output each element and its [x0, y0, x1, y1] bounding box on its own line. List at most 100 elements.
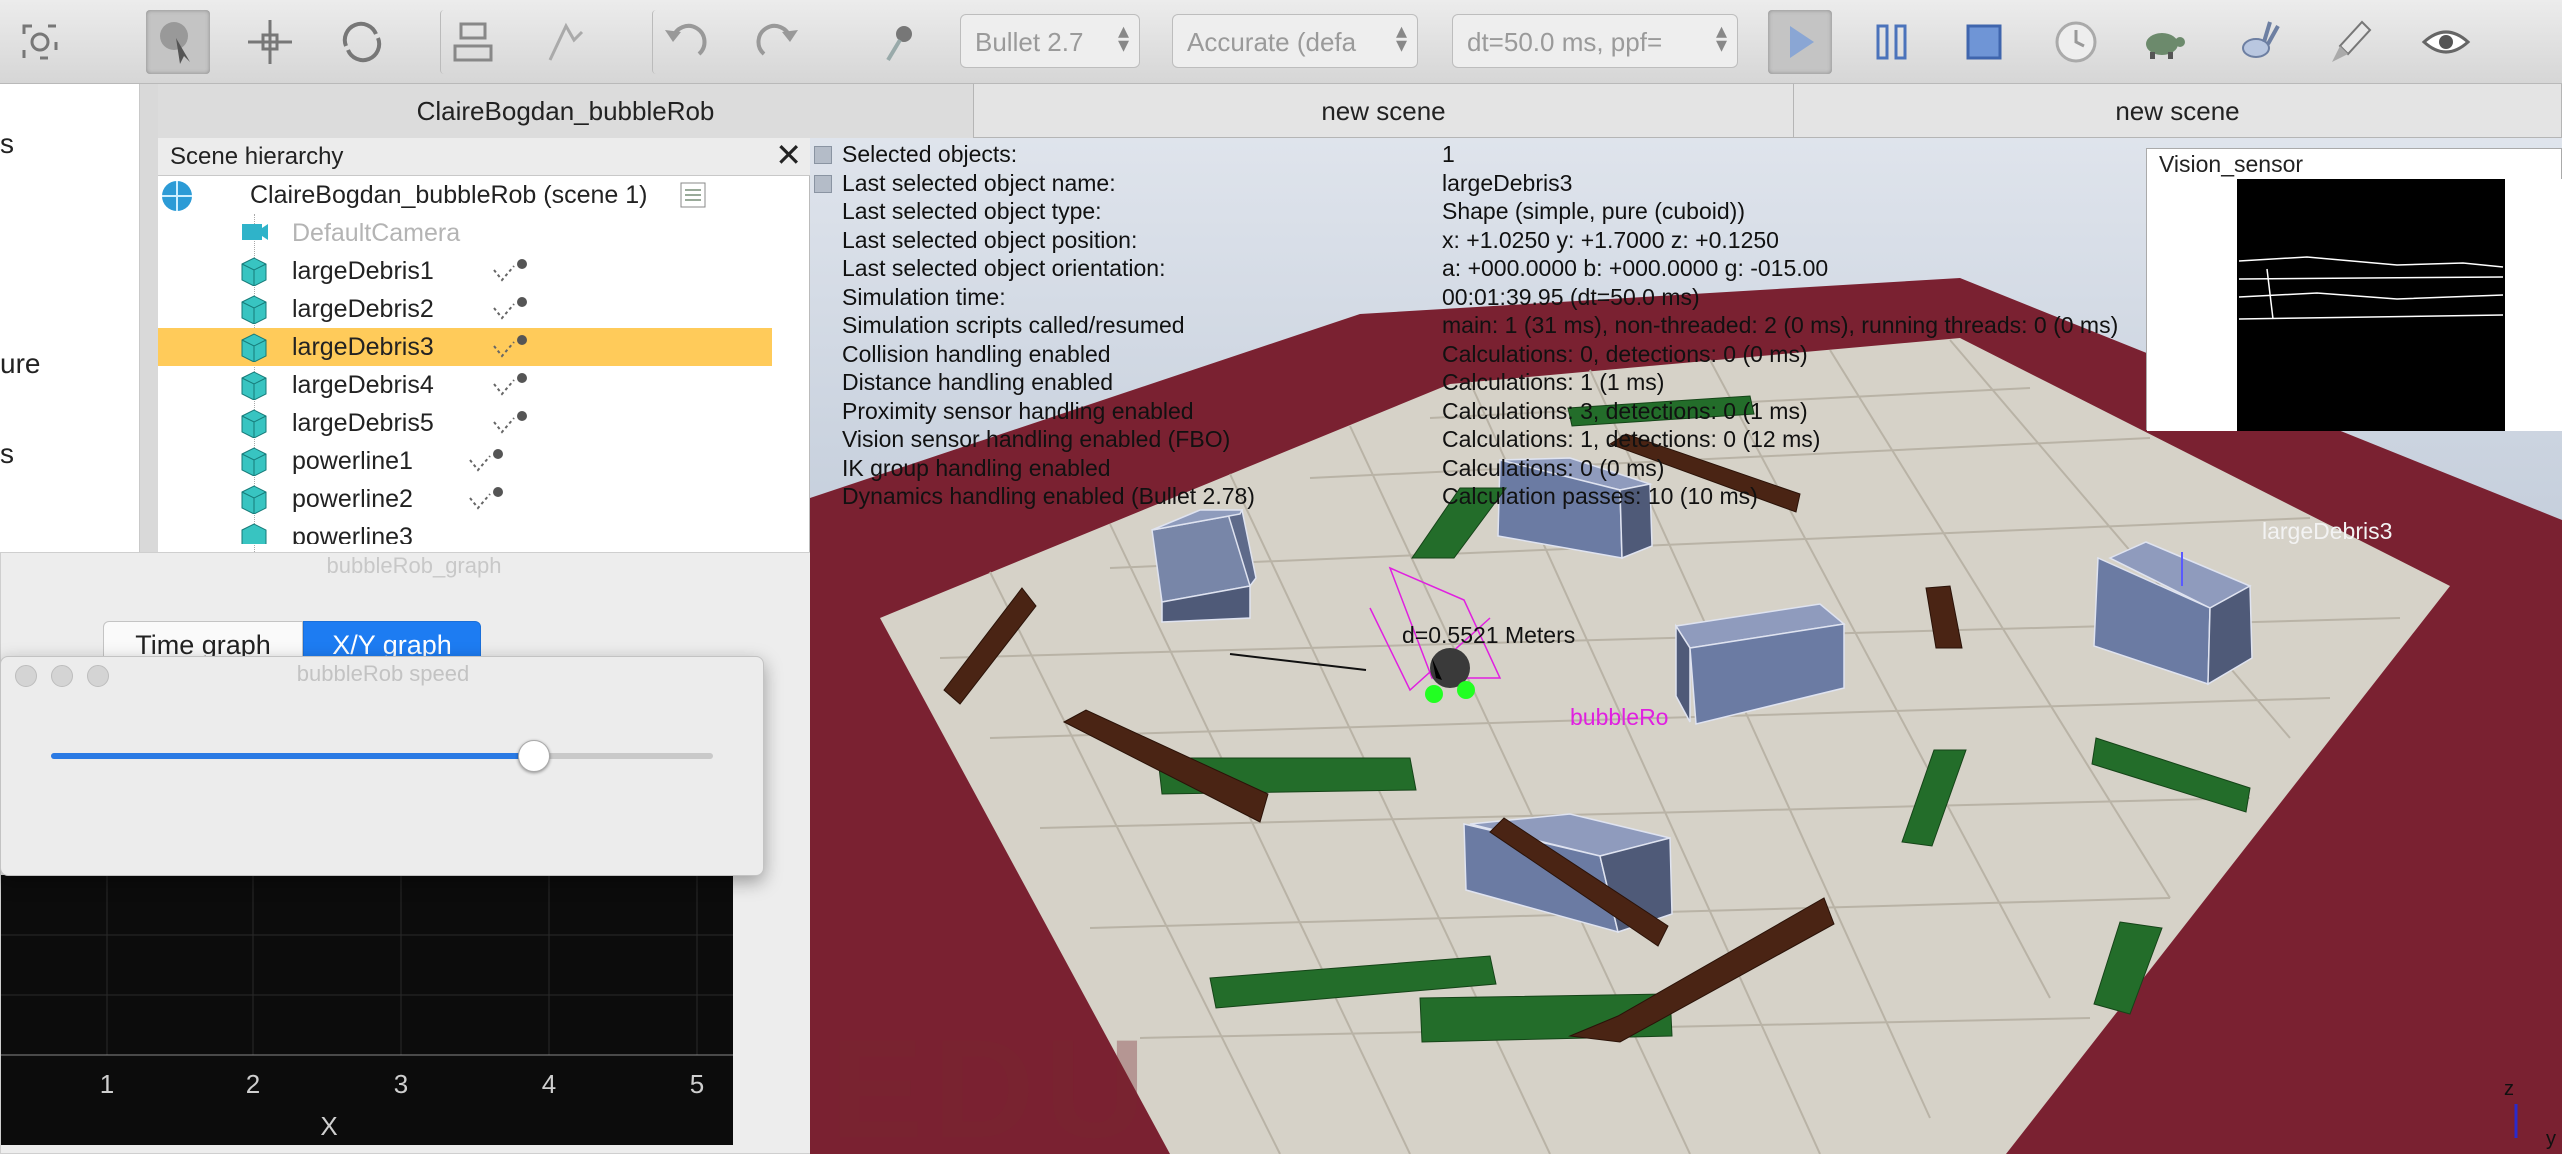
shape-cube-icon: [241, 371, 267, 400]
rocket-icon[interactable]: [2320, 10, 2384, 74]
tree-item[interactable]: DefaultCamera: [158, 214, 772, 252]
scene-tab-bar: ClaireBogdan_bubbleRob new scene new sce…: [158, 84, 2562, 138]
stop-icon[interactable]: [1952, 10, 2016, 74]
bubblerob-speed-dialog: bubbleRob speed: [0, 656, 764, 876]
dynamic-icon: [469, 487, 503, 510]
tree-item-label: powerline1: [292, 447, 413, 475]
dynamic-icon: [493, 373, 527, 396]
x-tick-label: 3: [394, 1069, 408, 1099]
speed-slider-handle[interactable]: [518, 740, 551, 772]
distance-label: d=0.5521 Meters: [1402, 622, 1576, 648]
main-toolbar: Bullet 2.7 ▴ ▾ Accurate (defa ▴ ▾ dt=50.0 ms…: [0, 0, 2562, 84]
info-value: Calculations: 3, detections: 0 (1 ms): [1442, 397, 1808, 424]
physics-engine-select[interactable]: Bullet 2.7 ▴ ▾: [960, 14, 1140, 68]
info-label: Simulation scripts called/resumed: [842, 312, 1185, 338]
shape-cube-icon: [241, 523, 267, 544]
script-icon[interactable]: [678, 180, 708, 210]
info-value: Calculations: 1, detections: 0 (12 ms): [1442, 426, 1821, 452]
slow-down-turtle-icon[interactable]: [2132, 10, 2196, 74]
vision-sensor-view[interactable]: Vision_sensor: [2146, 148, 2562, 431]
tree-item[interactable]: largeDebris1: [158, 252, 772, 290]
tree-item[interactable]: largeDebris2: [158, 290, 772, 328]
object-rotate-icon[interactable]: [330, 10, 394, 74]
visualization-eye-icon[interactable]: [2414, 10, 2478, 74]
tree-item-label: largeDebris1: [292, 257, 434, 285]
close-icon[interactable]: ✕: [775, 136, 802, 174]
axis-z-label: z: [2504, 1078, 2514, 1100]
left-strip-text: s: [0, 128, 14, 159]
left-browser-strip: s ure s: [0, 84, 140, 554]
tree-item-label: largeDebris3: [292, 333, 434, 361]
shape-cube-icon: [241, 485, 267, 514]
play-icon[interactable]: [1768, 10, 1832, 74]
realtime-clock-icon[interactable]: [2044, 10, 2108, 74]
shape-cube-icon: [241, 257, 267, 286]
shape-cube-icon: [241, 333, 267, 362]
vision-sensor-title: Vision_sensor: [2159, 151, 2304, 177]
accuracy-select[interactable]: Accurate (defa ▴ ▾: [1172, 14, 1418, 68]
info-value: Calculations: 0 (0 ms): [1442, 454, 1665, 481]
redo-icon[interactable]: [746, 10, 810, 74]
robot-label: bubbleRo: [1570, 704, 1669, 730]
tree-root-label: ClaireBogdan_bubbleRob (scene 1): [250, 181, 648, 209]
edu-watermark: EDU: [830, 1010, 1156, 1154]
speed-slider[interactable]: [51, 740, 713, 772]
tree-item[interactable]: largeDebris4: [158, 366, 772, 404]
info-value: 00:01:39.95 (dt=50.0 ms): [1442, 283, 1700, 310]
camera-icon: [242, 224, 268, 240]
shape-cube-icon: [241, 295, 267, 324]
dynamic-icon: [493, 411, 527, 434]
tree-item-label: powerline2: [292, 485, 413, 513]
dynamic-icon: [493, 335, 527, 358]
left-strip-text: ure: [0, 348, 41, 379]
info-collapse-icon[interactable]: [814, 174, 832, 193]
x-tick-label: 4: [542, 1069, 556, 1099]
tree-item[interactable]: powerline1: [158, 442, 772, 480]
pin-icon[interactable]: [868, 10, 932, 74]
info-label: Last selected object orientation:: [842, 255, 1166, 281]
info-label: Last selected object position:: [842, 226, 1138, 253]
info-label: Dynamics handling enabled (Bullet 2.78): [842, 483, 1255, 509]
tree-item-label: powerline3: [292, 523, 413, 544]
globe-icon: [162, 181, 192, 211]
info-label: Selected objects:: [842, 141, 1018, 167]
timestep-select[interactable]: dt=50.0 ms, ppf= ▴ ▾: [1452, 14, 1738, 68]
tree-root[interactable]: ClaireBogdan_bubbleRob (scene 1): [158, 176, 772, 214]
tree-item-selected[interactable]: largeDebris3: [158, 328, 772, 366]
info-value: Shape (simple, pure (cuboid)): [1442, 198, 1745, 224]
tree-item-label: DefaultCamera: [292, 219, 461, 247]
info-value: largeDebris3: [1442, 169, 1573, 196]
info-label: Last selected object type:: [842, 198, 1102, 224]
tree-item[interactable]: largeDebris5: [158, 404, 772, 442]
info-value: Calculations: 1 (1 ms): [1442, 369, 1665, 395]
tree-item[interactable]: powerline3: [158, 518, 772, 544]
object-shift-icon[interactable]: [238, 10, 302, 74]
info-label: IK group handling enabled: [842, 454, 1111, 481]
click-select-icon[interactable]: [146, 10, 210, 74]
tab-clairebogdan-bubblerob[interactable]: ClaireBogdan_bubbleRob: [158, 84, 974, 138]
speed-dialog-title: bubbleRob speed: [296, 661, 470, 686]
tree-item-label: largeDebris4: [292, 371, 434, 399]
tree-item-label: largeDebris2: [292, 295, 434, 323]
scene-hierarchy-title: Scene hierarchy: [170, 143, 344, 170]
info-toggle-icon[interactable]: [814, 146, 832, 164]
speed-up-rabbit-icon[interactable]: [2226, 10, 2290, 74]
pause-icon[interactable]: [1860, 10, 1924, 74]
tab-new-scene-2[interactable]: new scene: [1794, 84, 2562, 138]
assemble-icon[interactable]: [440, 10, 504, 74]
left-strip-text: s: [0, 438, 14, 469]
scene-viewport[interactable]: EDU largeDebris3 d=0.5521 Meters bubbleR…: [810, 138, 2562, 1154]
undo-icon[interactable]: [652, 10, 716, 74]
info-value: Calculations: 0, detections: 0 (0 ms): [1442, 340, 1808, 367]
tab-new-scene-1[interactable]: new scene: [974, 84, 1794, 138]
x-tick-label: 5: [690, 1069, 704, 1099]
info-value: x: +1.0250 y: +1.7000 z: +0.1250: [1442, 226, 1779, 253]
fit-to-view-icon[interactable]: [8, 10, 72, 74]
dynamic-icon: [469, 449, 503, 472]
speed-slider-fill: [51, 753, 535, 759]
tree-item[interactable]: powerline2: [158, 480, 772, 518]
info-value: Calculation passes: 10 (10 ms): [1442, 483, 1758, 509]
shape-cube-icon: [241, 409, 267, 438]
xy-graph-plot: 1 2 3 4 5 X: [1, 875, 733, 1145]
transfer-dna-icon[interactable]: [530, 10, 594, 74]
